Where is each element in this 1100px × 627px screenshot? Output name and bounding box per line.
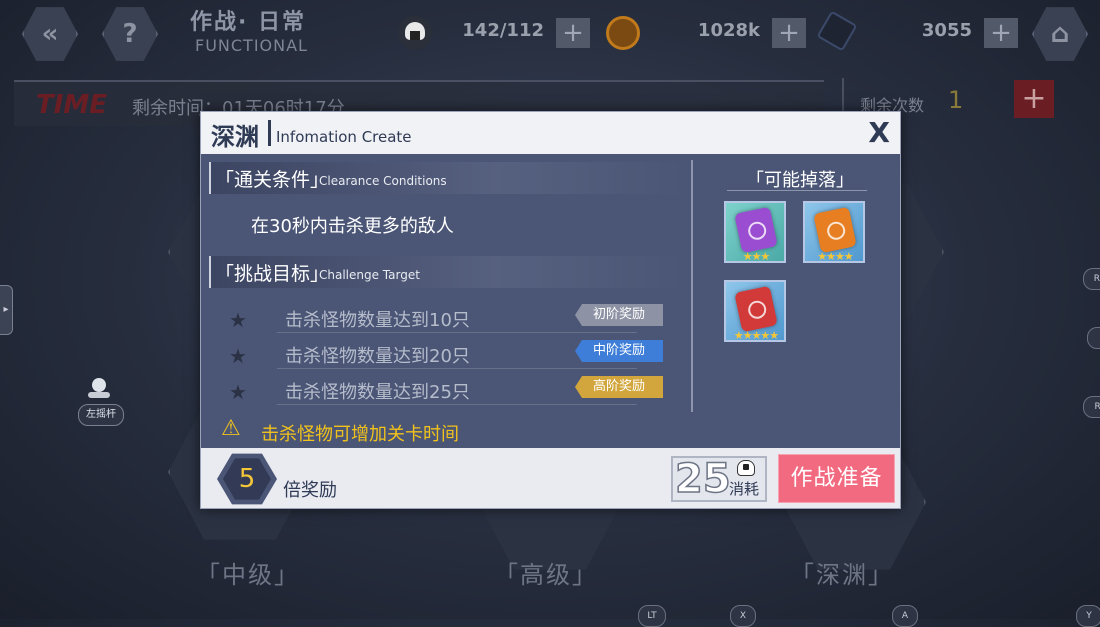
clearance-header-cn: 「通关条件」 [215, 169, 330, 191]
target-text: 击杀怪物数量达到20只 [285, 346, 470, 367]
warning-text: 击杀怪物可增加关卡时间 [261, 424, 459, 445]
target-text: 击杀怪物数量达到10只 [285, 310, 470, 331]
lt-button[interactable]: LT [638, 605, 666, 627]
rb-button[interactable]: RB [1083, 268, 1100, 290]
crystal-value: 3055 [921, 20, 972, 41]
home-icon: ⌂ [1050, 19, 1070, 49]
help-button[interactable]: ? [102, 7, 158, 61]
challenge-header-en: Challenge Target [319, 268, 420, 282]
remaining-count: 1 [948, 86, 964, 114]
cost-value: 25 [674, 455, 731, 503]
row-underline [277, 404, 637, 405]
star-icon: ★ [229, 380, 247, 404]
row-underline [277, 368, 637, 369]
help-icon: ? [122, 19, 138, 49]
card-icon [813, 206, 857, 254]
coin-value: 1028k [697, 20, 760, 41]
star-icon: ★ [229, 344, 247, 368]
page-subtitle: FUNCTIONAL [195, 36, 308, 55]
coin-icon [606, 16, 640, 50]
multiplier-label: 倍奖励 [283, 480, 337, 501]
stamina-value: 142/112 [462, 20, 544, 41]
drops-underline [727, 190, 867, 191]
title-divider [268, 120, 271, 146]
crystal-resource: 3055 + [816, 10, 1018, 52]
challenge-target-row: ★ 击杀怪物数量达到20只 中阶奖励 [221, 340, 663, 370]
joystick-icon [88, 378, 110, 398]
rarity-stars: ★★★ [742, 250, 771, 263]
drop-item-purple-card[interactable]: ★★★ [724, 201, 786, 263]
row-underline [277, 332, 637, 333]
joystick-label: 左摇杆 [78, 404, 124, 426]
stage-info-dialog: 深渊 Infomation Create X 「通关条件」 Clearance … [200, 111, 901, 509]
rarity-stars: ★★★★★ [733, 329, 779, 342]
reward-tag-intermediate: 中阶奖励 [575, 340, 663, 362]
challenge-target-row: ★ 击杀怪物数量达到25只 高阶奖励 [221, 376, 663, 406]
stage-label-abyss: 「深渊」 [790, 561, 894, 589]
time-tag: TIME [36, 90, 108, 120]
double-chevron-left-icon: « [41, 19, 59, 49]
close-button[interactable]: X [868, 116, 890, 149]
drops-title: 「可能掉落」 [746, 170, 854, 191]
add-attempts-button[interactable]: + [1014, 80, 1054, 118]
home-button[interactable]: ⌂ [1032, 7, 1088, 61]
pane-divider [691, 160, 693, 412]
star-icon: ★ [229, 308, 247, 332]
crystal-icon [816, 10, 858, 52]
b-button[interactable]: B [1087, 327, 1100, 349]
card-icon [734, 206, 778, 254]
stage-label-intermediate: 「中级」 [196, 561, 300, 589]
top-bar: « ? 作战· 日常 FUNCTIONAL 142/112 + 1028k + … [0, 0, 1100, 68]
drop-item-red-card[interactable]: ★★★★★ [724, 280, 786, 342]
battle-prepare-button[interactable]: 作战准备 [778, 454, 895, 503]
clearance-header-en: Clearance Conditions [319, 174, 447, 188]
dialog-subtitle: Infomation Create [276, 128, 412, 146]
rice-ball-icon [398, 16, 432, 50]
x-button[interactable]: X [730, 605, 756, 627]
drop-item-orange-card[interactable]: ★★★★ [803, 201, 865, 263]
rice-ball-icon [737, 460, 755, 476]
a-button[interactable]: A [892, 605, 918, 627]
reward-tag-advanced: 高阶奖励 [575, 376, 663, 398]
challenge-header: 「挑战目标」 Challenge Target [209, 256, 685, 288]
stage-label-advanced: 「高级」 [494, 561, 598, 589]
add-stamina-button[interactable]: + [556, 18, 590, 48]
warning-icon: ⚠ [221, 416, 241, 441]
add-crystal-button[interactable]: + [984, 18, 1018, 48]
challenge-target-row: ★ 击杀怪物数量达到10只 初阶奖励 [221, 304, 663, 334]
stamina-resource: 142/112 + [398, 16, 590, 50]
card-icon [734, 285, 778, 333]
add-coin-button[interactable]: + [772, 18, 806, 48]
challenge-header-cn: 「挑战目标」 [215, 263, 330, 285]
coin-resource: 1028k + [606, 16, 806, 50]
reward-tag-basic: 初阶奖励 [575, 304, 663, 326]
page-title: 作战· 日常 [190, 10, 307, 35]
target-text: 击杀怪物数量达到25只 [285, 382, 470, 403]
rt-button[interactable]: RT [1083, 396, 1100, 418]
y-button[interactable]: Y [1076, 605, 1100, 627]
conditions-pane: 「通关条件」 Clearance Conditions 在30秒内击杀更多的敌人… [201, 154, 691, 448]
clearance-header: 「通关条件」 Clearance Conditions [209, 162, 685, 194]
dialog-footer: 5 倍奖励 25 消耗 作战准备 [201, 448, 900, 508]
clearance-condition-text: 在30秒内击杀更多的敌人 [251, 216, 454, 237]
dialog-title: 深渊 [211, 123, 259, 151]
stamina-cost: 25 消耗 [671, 455, 767, 503]
rarity-stars: ★★★★ [817, 250, 853, 263]
back-button[interactable]: « [22, 7, 78, 61]
cost-label: 消耗 [729, 480, 760, 498]
dialog-header: 深渊 Infomation Create X [201, 112, 900, 154]
left-drawer-handle[interactable]: ▸ [0, 285, 13, 335]
